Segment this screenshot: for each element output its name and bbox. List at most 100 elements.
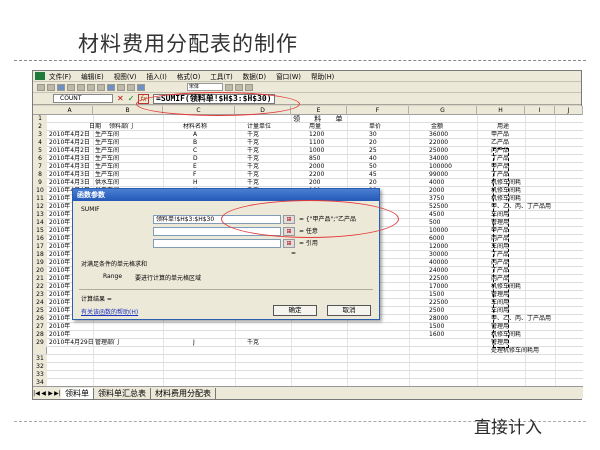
col-header-f[interactable]: F <box>347 106 409 115</box>
row-number[interactable]: 21 <box>33 275 47 283</box>
row-number[interactable]: 7 <box>33 163 47 171</box>
cell-material[interactable]: A <box>193 131 197 139</box>
italic-icon[interactable] <box>235 83 243 91</box>
copy-icon[interactable] <box>87 83 95 91</box>
help-link[interactable]: 有关该函数的帮助(H) <box>81 307 138 316</box>
cell-date[interactable]: 2010年 <box>49 283 70 291</box>
row-number[interactable]: 6 <box>33 155 47 163</box>
header-date[interactable]: 日期 <box>89 123 101 131</box>
cell-amount[interactable]: 36000 <box>429 131 448 139</box>
cell-amount[interactable]: 500 <box>429 219 440 227</box>
cell-date[interactable]: 2010年 <box>49 195 70 203</box>
cell-amount[interactable]: 22500 <box>429 275 448 283</box>
cell-date[interactable]: 2010年 <box>49 211 70 219</box>
cell-date[interactable]: 2010年 <box>49 259 70 267</box>
cell-unit[interactable]: 千克 <box>247 179 259 187</box>
cell-dept[interactable]: 生产车间 <box>95 131 119 139</box>
cell-amount[interactable]: 4500 <box>429 211 444 219</box>
cell-material[interactable]: D <box>193 155 198 163</box>
name-box[interactable]: COUNT <box>53 94 113 103</box>
sheet-tab-summary[interactable]: 领料单汇总表 <box>94 387 151 399</box>
cell-dept[interactable]: 生产车间 <box>95 139 119 147</box>
cell-amount[interactable]: 6000 <box>429 235 444 243</box>
row-number[interactable]: 32 <box>33 363 47 371</box>
cell-amount[interactable]: 12000 <box>429 243 448 251</box>
cell-amount[interactable]: 1500 <box>429 291 444 299</box>
cell-date[interactable]: 2010年4月3日 <box>49 163 90 171</box>
first-sheet-icon[interactable]: |◀ <box>33 390 40 397</box>
cut-icon[interactable] <box>77 83 85 91</box>
next-sheet-icon[interactable]: ▶ <box>47 390 54 397</box>
save-icon[interactable] <box>57 83 65 91</box>
row-number[interactable]: 5 <box>33 147 47 155</box>
menu-help[interactable]: 帮助(H) <box>311 71 334 81</box>
col-header-a[interactable]: A <box>47 106 93 115</box>
cell-qty[interactable]: 2200 <box>309 171 324 179</box>
cell-date[interactable]: 2010年 <box>49 251 70 259</box>
menu-edit[interactable]: 编辑(E) <box>81 71 104 81</box>
cell-amount[interactable]: 28000 <box>429 315 448 323</box>
collapse-dialog-icon[interactable]: ⊞ <box>283 239 295 248</box>
row-number[interactable]: 9 <box>33 179 47 187</box>
cell-qty[interactable]: 850 <box>309 155 320 163</box>
row-number[interactable]: 16 <box>33 235 47 243</box>
cell-date[interactable]: 2010年4月3日 <box>49 155 90 163</box>
cell-amount[interactable]: 1500 <box>429 323 444 331</box>
cell-dept[interactable]: 生产车间 <box>95 155 119 163</box>
row-number[interactable]: 12 <box>33 203 47 211</box>
ok-button[interactable]: 确定 <box>273 305 317 316</box>
cell-qty[interactable]: 1200 <box>309 131 324 139</box>
header-qty[interactable]: 用量 <box>309 123 321 131</box>
col-header-e[interactable]: E <box>291 106 347 115</box>
row-number[interactable]: 22 <box>33 283 47 291</box>
header-amount[interactable]: 金额 <box>431 123 443 131</box>
confirm-formula-icon[interactable]: ✓ <box>128 94 135 103</box>
row-number[interactable]: 27 <box>33 323 47 331</box>
col-header-g[interactable]: G <box>409 106 477 115</box>
cell-qty[interactable]: 2000 <box>309 163 324 171</box>
cell-unit[interactable]: 千克 <box>247 339 259 347</box>
print-icon[interactable] <box>67 83 75 91</box>
cell-amount[interactable]: 4000 <box>429 179 444 187</box>
row-number[interactable]: 10 <box>33 187 47 195</box>
cell-price[interactable]: 20 <box>369 179 377 187</box>
cell-unit[interactable]: 千克 <box>247 131 259 139</box>
cell-date[interactable]: 2010年4月2日 <box>49 147 90 155</box>
cell-qty[interactable]: 200 <box>309 179 320 187</box>
last-sheet-icon[interactable]: ▶| <box>54 390 61 397</box>
cell-amount[interactable]: 2000 <box>429 187 444 195</box>
cell-unit[interactable]: 千克 <box>247 171 259 179</box>
row-number[interactable]: 4 <box>33 139 47 147</box>
row-number[interactable]: 11 <box>33 195 47 203</box>
cell-price[interactable]: 25 <box>369 147 377 155</box>
open-icon[interactable] <box>47 83 55 91</box>
header-dept[interactable]: 领料部门 <box>109 123 133 131</box>
row-number[interactable]: 33 <box>33 371 47 379</box>
cell-usage[interactable]: 处理机修车间耗用 <box>491 347 539 355</box>
bold-icon[interactable] <box>225 83 233 91</box>
row-number[interactable]: 15 <box>33 227 47 235</box>
cell-date[interactable]: 2010年 <box>49 299 70 307</box>
cancel-formula-icon[interactable]: ✕ <box>117 94 124 103</box>
cell-dept[interactable]: 生产车间 <box>95 163 119 171</box>
cell-unit[interactable]: 千克 <box>247 139 259 147</box>
cell-date[interactable]: 2010年 <box>49 331 70 339</box>
paste-icon[interactable] <box>97 83 105 91</box>
cell-date[interactable]: 2010年 <box>49 219 70 227</box>
cell-dept[interactable]: 生产车间 <box>95 147 119 155</box>
menu-window[interactable]: 窗口(W) <box>276 71 301 81</box>
cell-material[interactable]: E <box>193 163 197 171</box>
cell-amount[interactable]: 100000 <box>429 163 452 171</box>
row-number[interactable]: 24 <box>33 299 47 307</box>
cell-unit[interactable]: 千克 <box>247 147 259 155</box>
cell-date[interactable]: 2010年 <box>49 227 70 235</box>
col-header-j[interactable]: J <box>555 106 583 115</box>
cell-date[interactable]: 2010年 <box>49 275 70 283</box>
align-icon[interactable] <box>245 83 253 91</box>
menu-insert[interactable]: 插入(I) <box>146 71 166 81</box>
cell-price[interactable]: 45 <box>369 171 377 179</box>
row-number[interactable]: 23 <box>33 291 47 299</box>
prev-sheet-icon[interactable]: ◀ <box>40 390 47 397</box>
row-number[interactable]: 29 <box>33 339 47 347</box>
row-number[interactable]: 26 <box>33 315 47 323</box>
